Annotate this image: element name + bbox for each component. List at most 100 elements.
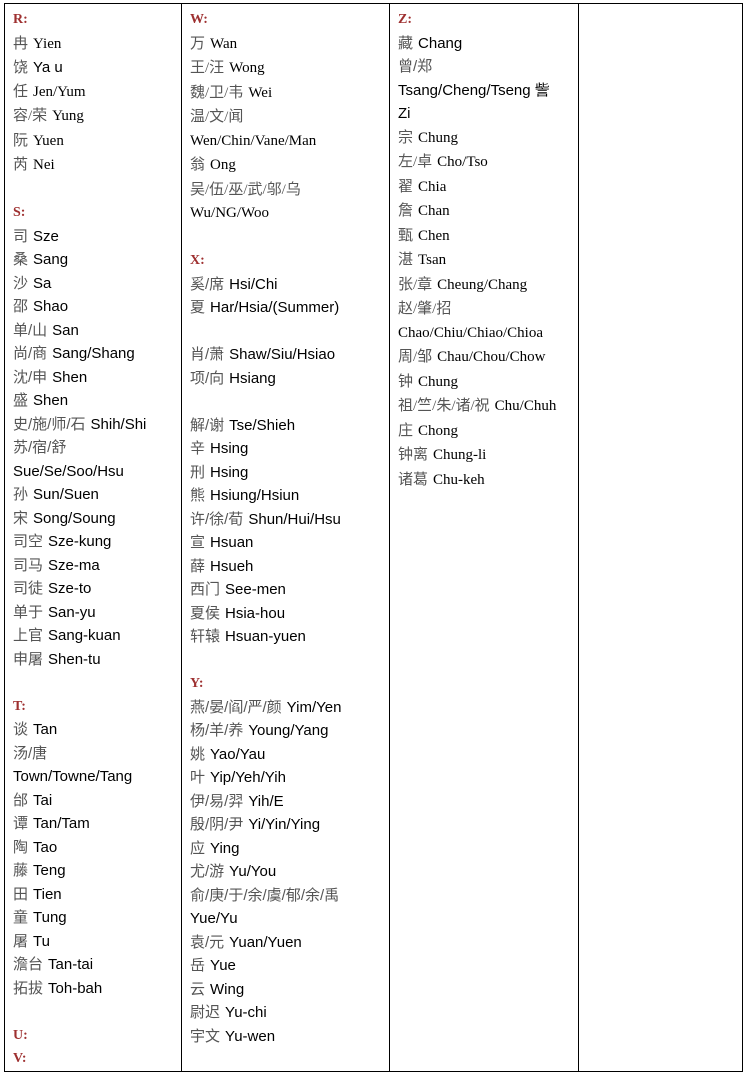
- surname-entry: 宗 Chung: [398, 126, 574, 151]
- surname-entry: 史/施/师/石 Shih/Shi: [13, 413, 177, 437]
- surname-entry: 任 Jen/Yum: [13, 80, 177, 105]
- surname-entry: 魏/卫/韦 Wei: [190, 81, 385, 106]
- surname-hanzi: 宇文: [190, 1027, 221, 1045]
- surname-hanzi: 单于: [13, 603, 44, 621]
- surname-entry: 伊/易/羿 Yih/E: [190, 790, 385, 814]
- surname-entry: 童 Tung: [13, 906, 177, 930]
- surname-romanization: Chong: [418, 422, 459, 439]
- surname-hanzi: 单/山: [13, 321, 48, 339]
- surname-hanzi: 冉: [13, 35, 29, 52]
- surname-hanzi: 容/荣: [13, 108, 48, 124]
- surname-hanzi: 宋: [13, 509, 29, 527]
- surname-romanization: Hsiung/Hsiun: [210, 487, 300, 504]
- surname-entry: 尉迟 Yu-chi: [190, 1001, 385, 1025]
- surname-entry: 项/向 Hsiang: [190, 367, 385, 391]
- surname-romanization: Tan: [33, 721, 58, 738]
- surname-entry: 宋 Song/Soung: [13, 507, 177, 531]
- surname-entry: 司空 Sze-kung: [13, 530, 177, 554]
- surname-romanization: Shih/Shi: [90, 415, 147, 433]
- section-heading: T:: [13, 698, 26, 714]
- surname-entry: 夏侯 Hsia-hou: [190, 602, 385, 626]
- table-cell-column-2: W: 万 Wan 王/汪 Wong 魏/卫/韦 Wei 温/文/闻 Wen/Chin/Vane/…: [181, 3, 390, 1072]
- surname-romanization: Yip/Yeh/Yih: [210, 769, 286, 786]
- surname-romanization: Tu: [33, 932, 50, 950]
- surname-entry: 申屠 Shen-tu: [13, 648, 177, 672]
- surname-entry: 张/章 Cheung/Chang: [398, 273, 574, 298]
- surname-hanzi: 桑: [13, 251, 29, 268]
- surname-entry: 单于 San-yu: [13, 601, 177, 625]
- surname-romanization: Shun/Hui/Hsu: [248, 510, 341, 528]
- surname-romanization: Yue: [210, 957, 236, 974]
- surname-romanization: Wing: [210, 980, 245, 998]
- surname-romanization: Tse/Shieh: [229, 416, 296, 434]
- surname-hanzi: 谭: [13, 815, 29, 832]
- section-heading: Y:: [190, 676, 204, 691]
- column-2-content: W: 万 Wan 王/汪 Wong 魏/卫/韦 Wei 温/文/闻 Wen/Chin/Vane/…: [182, 8, 389, 1048]
- surname-romanization: Tung: [33, 909, 67, 926]
- surname-hanzi: 谈: [13, 721, 29, 738]
- surname-entry: 温/文/闻 Wen/Chin/Vane/Man: [190, 105, 385, 153]
- surname-hanzi: 殷/阴/尹: [190, 816, 244, 833]
- surname-entry: 肖/萧 Shaw/Siu/Hsiao: [190, 343, 385, 367]
- surname-entry: 应 Ying: [190, 837, 385, 861]
- surname-hanzi: 应: [190, 839, 206, 857]
- surname-entry: 拓拔 Toh-bah: [13, 977, 177, 1001]
- surname-romanization: Tsan: [418, 252, 447, 268]
- surname-romanization: Yao/Yau: [210, 745, 266, 763]
- surname-romanization: Yih/E: [248, 792, 284, 810]
- surname-hanzi: 王/汪: [190, 60, 225, 76]
- surname-romanization: Sze: [33, 227, 59, 245]
- surname-hanzi: 魏/卫/韦: [190, 84, 244, 101]
- surname-hanzi: 解/谢: [190, 416, 225, 434]
- surname-entry: 岳 Yue: [190, 954, 385, 978]
- surname-entry: 汤/唐 Town/Towne/Tang: [13, 742, 177, 789]
- surname-entry: 袁/元 Yuan/Yuen: [190, 931, 385, 955]
- surname-romanization: Yu-wen: [225, 1027, 276, 1045]
- surname-hanzi: 孙: [13, 486, 29, 503]
- surname-hanzi: 童: [13, 909, 29, 926]
- surname-entry: 夏 Har/Hsia/(Summer): [190, 296, 385, 320]
- table-cell-column-3: Z: 藏 Chang 曾/郑 Tsang/Cheng/Tseng 訾 Zi 宗 Chung 左/…: [389, 3, 579, 1072]
- surname-hanzi: 赵/肇/招: [398, 301, 452, 317]
- surname-romanization: San-yu: [48, 603, 96, 621]
- surname-romanization: Tan-tai: [48, 956, 94, 973]
- surname-entry: 苏/宿/舒 Sue/Se/Soo/Hsu: [13, 436, 177, 483]
- surname-hanzi: 翁: [190, 157, 206, 173]
- surname-entry: 沙 Sa: [13, 272, 177, 296]
- surname-hanzi: 宗: [398, 129, 414, 146]
- surname-hanzi: 阮: [13, 132, 29, 149]
- surname-hanzi: 肖/萧: [190, 346, 225, 363]
- surname-romanization: Tien: [33, 885, 62, 903]
- surname-hanzi: 杨/羊/养: [190, 722, 244, 739]
- surname-romanization: Town/Towne/Tang: [13, 768, 133, 785]
- surname-hanzi: 项/向: [190, 369, 225, 387]
- surname-hanzi: 史/施/师/石: [13, 415, 86, 433]
- surname-romanization: Hsing: [210, 440, 249, 457]
- surname-hanzi: 岳: [190, 957, 206, 974]
- table-row: R: 冉 Yien 饶 Ya u 任 Jen/Yum 容/荣 Yung 阮 Yuen 芮 Nei S: 司 S…: [4, 3, 743, 1072]
- surname-romanization-continued: Zi: [398, 102, 574, 126]
- surname-romanization: Sze-ma: [48, 556, 100, 574]
- surname-hanzi: 饶: [13, 59, 29, 76]
- section-heading: Z:: [398, 12, 412, 27]
- surname-entry: 甄 Chen: [398, 224, 574, 249]
- surname-entry: 藤 Teng: [13, 859, 177, 883]
- surname-entry: 谈 Tan: [13, 718, 177, 742]
- surname-hanzi: 张/章: [398, 276, 433, 293]
- surname-romanization: Yuen: [33, 132, 64, 149]
- surname-romanization: Tai: [33, 791, 53, 809]
- surname-hanzi: 詹: [398, 203, 414, 219]
- surname-hanzi: 沙: [13, 274, 29, 292]
- surname-romanization: Har/Hsia/(Summer): [210, 299, 340, 316]
- surname-hanzi: 吴/伍/巫/武/邬/乌: [190, 181, 301, 198]
- surname-romanization: Yung: [52, 108, 84, 124]
- surname-hanzi: 陶: [13, 838, 29, 856]
- surname-romanization: Hsing: [210, 463, 249, 481]
- surname-hanzi: 俞/庚/于/余/虞/郁/余/禹: [190, 886, 340, 904]
- surname-romanization: Hsuan: [210, 534, 254, 551]
- entry-spacer: [190, 320, 385, 344]
- surname-hanzi: 沈/申: [13, 368, 48, 386]
- surname-hanzi: 伊/易/羿: [190, 792, 244, 810]
